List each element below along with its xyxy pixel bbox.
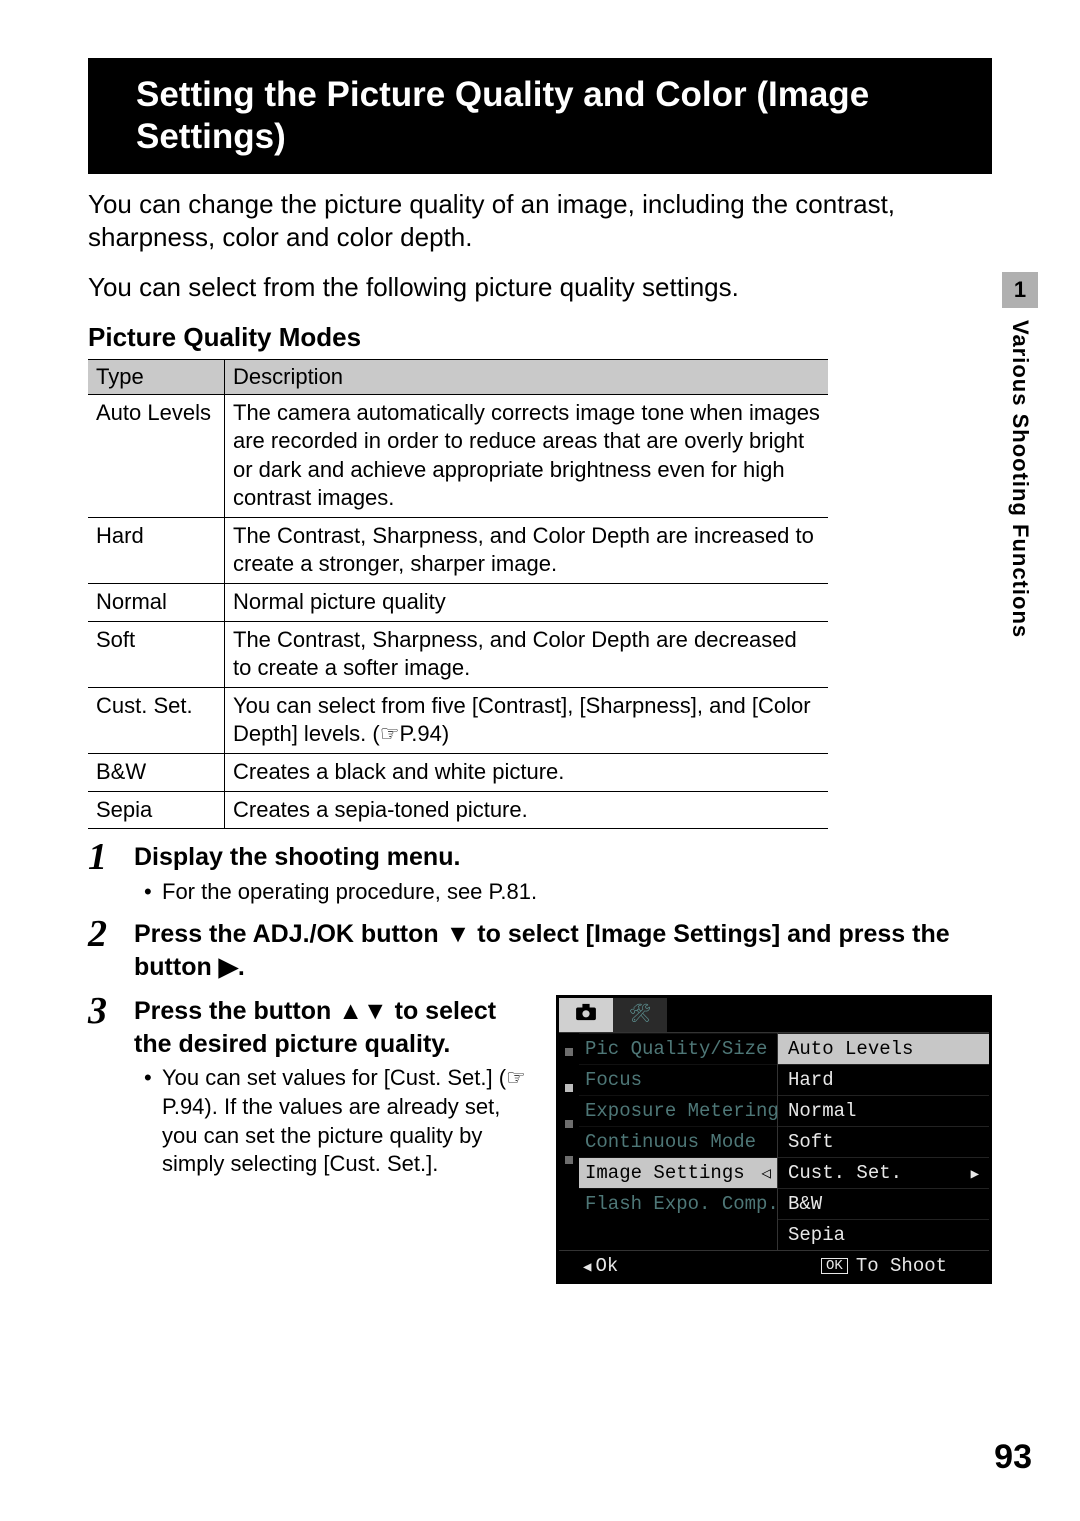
table-row: SoftThe Contrast, Sharpness, and Color D… bbox=[88, 621, 828, 687]
right-caret-icon bbox=[971, 1164, 979, 1183]
option-item: B&W bbox=[778, 1188, 989, 1219]
option-item: Cust. Set. bbox=[778, 1157, 989, 1188]
intro-paragraph-1: You can change the picture quality of an… bbox=[88, 188, 992, 253]
menu-item-selected: Image Settings bbox=[579, 1157, 777, 1188]
manual-page: Setting the Picture Quality and Color (I… bbox=[0, 0, 1080, 1284]
menu-item: Flash Expo. Comp. bbox=[579, 1188, 777, 1219]
lcd-tabs: 🛠 bbox=[559, 998, 989, 1033]
option-item: Normal bbox=[778, 1095, 989, 1126]
scroll-marker-icon bbox=[565, 1048, 573, 1056]
intro-paragraph-2: You can select from the following pictur… bbox=[88, 271, 992, 304]
step-note: You can set values for [Cust. Set.] (☞P.… bbox=[134, 1064, 538, 1178]
step-heading: Press the button ▲▼ to select the desire… bbox=[134, 995, 538, 1060]
step-number-icon: 1 bbox=[88, 835, 107, 879]
camera-icon bbox=[575, 1003, 597, 1027]
down-arrow-icon: ▼ bbox=[446, 920, 471, 948]
page-number: 93 bbox=[994, 1438, 1032, 1477]
table-row: HardThe Contrast, Sharpness, and Color D… bbox=[88, 517, 828, 583]
chapter-number-badge: 1 bbox=[1002, 272, 1038, 308]
table-heading: Picture Quality Modes bbox=[88, 322, 992, 353]
lcd-option-list: Auto Levels Hard Normal Soft Cust. Set. … bbox=[777, 1033, 989, 1250]
table-row: SepiaCreates a sepia-toned picture. bbox=[88, 791, 828, 829]
step-heading: Press the ADJ./OK button ▼ to select [Im… bbox=[134, 918, 992, 983]
option-item: Sepia bbox=[778, 1219, 989, 1250]
step-note: For the operating procedure, see P.81. bbox=[134, 878, 992, 907]
col-description: Description bbox=[225, 359, 829, 394]
option-item: Soft bbox=[778, 1126, 989, 1157]
wrench-icon: 🛠 bbox=[629, 1006, 652, 1024]
step-3: 3 Press the button ▲▼ to select the desi… bbox=[88, 995, 992, 1284]
menu-item: Focus bbox=[579, 1064, 777, 1095]
menu-item: Continuous Mode bbox=[579, 1126, 777, 1157]
left-caret-icon bbox=[761, 1164, 771, 1183]
camera-tab-icon bbox=[559, 998, 613, 1032]
option-highlighted: Auto Levels bbox=[778, 1033, 989, 1064]
left-arrow-icon bbox=[583, 1255, 595, 1277]
step-number-icon: 2 bbox=[88, 912, 107, 956]
ok-button-icon: OK bbox=[821, 1258, 848, 1274]
step-heading: Display the shooting menu. bbox=[134, 841, 992, 874]
camera-lcd-preview: 🛠 bbox=[556, 995, 992, 1284]
col-type: Type bbox=[88, 359, 225, 394]
lcd-menu-list: Pic Quality/Size Focus Exposure Metering… bbox=[559, 1033, 777, 1250]
lcd-footer: Ok OKTo Shoot bbox=[559, 1250, 989, 1281]
scroll-marker-icon bbox=[565, 1120, 573, 1128]
step-number-icon: 3 bbox=[88, 989, 107, 1033]
step-1: 1 Display the shooting menu. For the ope… bbox=[88, 841, 992, 906]
right-arrow-icon: ▶ bbox=[219, 953, 238, 981]
chapter-tab: 1 Various Shooting Functions bbox=[1002, 272, 1038, 638]
table-row: B&WCreates a black and white picture. bbox=[88, 754, 828, 792]
table-row: Cust. Set.You can select from five [Cont… bbox=[88, 687, 828, 753]
section-title: Setting the Picture Quality and Color (I… bbox=[88, 58, 992, 174]
up-down-arrow-icon: ▲▼ bbox=[338, 997, 388, 1025]
option-item: Hard bbox=[778, 1064, 989, 1095]
chapter-title-vertical: Various Shooting Functions bbox=[1007, 320, 1033, 638]
table-row: NormalNormal picture quality bbox=[88, 584, 828, 622]
scroll-marker-icon bbox=[565, 1156, 573, 1164]
menu-item: Exposure Metering bbox=[579, 1095, 777, 1126]
picture-quality-table: Type Description Auto LevelsThe camera a… bbox=[88, 359, 828, 830]
steps-list: 1 Display the shooting menu. For the ope… bbox=[88, 841, 992, 1284]
step-2: 2 Press the ADJ./OK button ▼ to select [… bbox=[88, 918, 992, 983]
setup-tab-icon: 🛠 bbox=[613, 998, 667, 1032]
scroll-marker-icon bbox=[565, 1084, 573, 1092]
menu-item: Pic Quality/Size bbox=[579, 1033, 777, 1064]
table-row: Auto LevelsThe camera automatically corr… bbox=[88, 394, 828, 517]
